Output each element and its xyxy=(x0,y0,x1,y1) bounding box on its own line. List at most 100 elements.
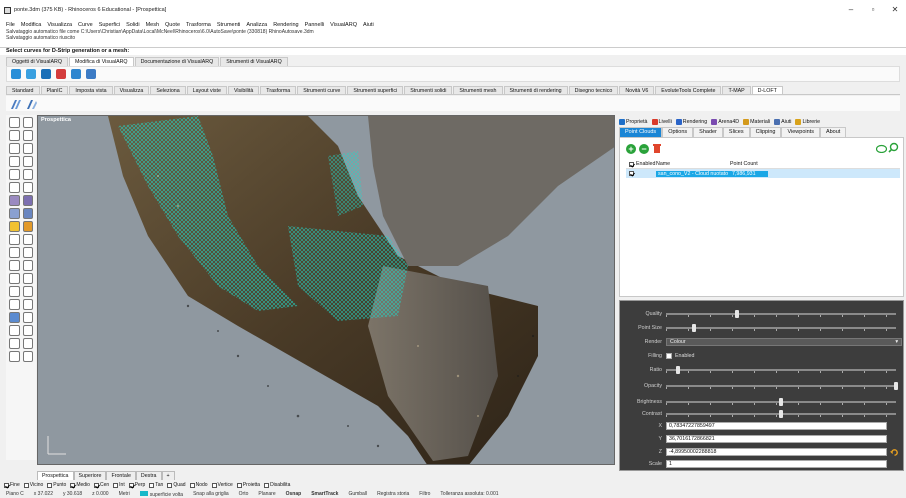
panel-tab-rendering[interactable]: Rendering xyxy=(675,118,707,125)
tab-imposta-vista[interactable]: Imposta vista xyxy=(69,86,113,94)
hatch-icon[interactable] xyxy=(9,325,20,336)
surface-icon[interactable] xyxy=(9,182,20,193)
tab-standard[interactable]: Standard xyxy=(6,86,40,94)
tab-destra[interactable]: Destra xyxy=(135,471,162,480)
tab-layout-viste[interactable]: Layout viste xyxy=(186,86,227,94)
tab-strumenti-visualarq[interactable]: Strumenti di VisualARQ xyxy=(220,57,288,66)
opacity-slider[interactable] xyxy=(666,382,898,390)
tab-slices[interactable]: Slices xyxy=(722,127,750,137)
menu-item-strumenti[interactable]: Strumenti xyxy=(217,22,241,28)
rectangle-icon[interactable] xyxy=(9,156,20,167)
panel-tab-librerie[interactable]: Librerie xyxy=(795,118,820,125)
minimize-button[interactable]: – xyxy=(840,0,862,20)
osnap-checkbox[interactable] xyxy=(23,482,29,488)
text-icon[interactable] xyxy=(22,312,33,323)
osnap-vicino[interactable]: Vicino xyxy=(23,482,43,488)
arc-icon[interactable] xyxy=(22,143,33,154)
ratio-slider-thumb[interactable] xyxy=(675,366,680,374)
offset-icon[interactable] xyxy=(22,169,33,180)
mesh-icon[interactable] xyxy=(9,208,20,219)
tab-disegno-tecnico[interactable]: Disegno tecnico xyxy=(568,86,619,94)
menu-item-aiuti[interactable]: Aiuti xyxy=(363,22,374,28)
panel-tab-livelli[interactable]: Livelli xyxy=(651,118,672,125)
z-field[interactable]: -4,89950002288818 xyxy=(666,448,887,456)
move-icon[interactable] xyxy=(9,273,20,284)
tab-modifica-visualarq[interactable]: Modifica di VisualARQ xyxy=(68,57,134,66)
camera-icon[interactable] xyxy=(9,351,20,362)
menu-item-quote[interactable]: Quote xyxy=(165,22,180,28)
select-arrow-icon[interactable] xyxy=(9,117,20,128)
tab-prospettica[interactable]: Prospettica xyxy=(37,471,74,480)
explode-icon[interactable] xyxy=(22,260,33,271)
osnap-checkbox[interactable] xyxy=(113,482,119,488)
tab-oggetti-visualarq[interactable]: Oggetti di VisualARQ xyxy=(6,57,68,66)
osnap-checkbox[interactable] xyxy=(189,482,195,488)
add-viewport-button[interactable]: + xyxy=(161,471,175,480)
tab-d-loft[interactable]: D-LOFT xyxy=(751,86,783,94)
polygon-icon[interactable] xyxy=(22,156,33,167)
chamfer-icon[interactable] xyxy=(22,234,33,245)
command-prompt[interactable]: Select curves for D-Strip generation or … xyxy=(0,47,906,55)
brightness-slider[interactable] xyxy=(666,398,896,406)
wall-icon[interactable] xyxy=(11,69,21,79)
smarttrack-toggle[interactable]: SmartTrack xyxy=(311,491,338,497)
osnap-quad[interactable]: Quad xyxy=(167,482,186,488)
scale-field[interactable]: 1 xyxy=(666,460,887,468)
circle-icon[interactable] xyxy=(9,143,20,154)
osnap-checkbox[interactable] xyxy=(167,482,173,488)
x-field[interactable]: 0,78347227859497 xyxy=(666,422,887,430)
menu-item-pannelli[interactable]: Pannelli xyxy=(305,22,325,28)
trim-icon[interactable] xyxy=(9,247,20,258)
tab-t-map[interactable]: T-MAP xyxy=(722,86,751,94)
tab-visibilita[interactable]: Visibilità xyxy=(227,86,260,94)
contrast-slider[interactable] xyxy=(666,410,896,418)
point-size-slider[interactable] xyxy=(666,324,896,332)
reset-icon[interactable] xyxy=(890,448,899,457)
panel-tab-aiuti[interactable]: Aiuti xyxy=(774,118,791,125)
door-icon[interactable] xyxy=(41,69,51,79)
tab-shader[interactable]: Shader xyxy=(693,127,723,137)
tab-planic[interactable]: PlanIC xyxy=(40,86,69,94)
cloud-icon[interactable] xyxy=(876,144,887,153)
tab-strumenti-solidi[interactable]: Strumenti solidi xyxy=(404,86,453,94)
freeform-icon[interactable] xyxy=(9,169,20,180)
dimension-icon[interactable] xyxy=(9,312,20,323)
history-toggle[interactable]: Registra storia xyxy=(377,491,409,497)
tab-strumenti-curve[interactable]: Strumenti curve xyxy=(297,86,347,94)
add-cloud-icon[interactable]: + xyxy=(626,143,636,154)
mirror-icon[interactable] xyxy=(9,299,20,310)
rotate-icon[interactable] xyxy=(9,286,20,297)
trash-icon[interactable] xyxy=(652,143,662,154)
tab-options[interactable]: Options xyxy=(662,127,694,137)
check-icon[interactable] xyxy=(22,338,33,349)
maximize-button[interactable]: ▫ xyxy=(862,0,884,20)
solid-box-icon[interactable] xyxy=(9,195,20,206)
planar-toggle[interactable]: Planare xyxy=(258,491,275,497)
table-row[interactable]: san_cono_V2 - Cloud nuotato 7,986,931 xyxy=(626,169,900,178)
tab-frontale[interactable]: Frontale xyxy=(106,471,136,480)
menu-item-rendering[interactable]: Rendering xyxy=(273,22,298,28)
analyze-icon[interactable] xyxy=(9,338,20,349)
osnap-punto[interactable]: Punto xyxy=(47,482,66,488)
osnap-cen[interactable]: Cen xyxy=(93,482,109,488)
osnap-checkbox[interactable] xyxy=(128,482,134,488)
gumball-toggle[interactable]: Gumball xyxy=(348,491,367,497)
panel-tab-materiali[interactable]: Materiali xyxy=(743,118,770,125)
menu-item-visualarq[interactable]: VisualARQ xyxy=(330,22,357,28)
tab-clipping[interactable]: Clipping xyxy=(749,127,782,137)
section-icon[interactable] xyxy=(22,351,33,362)
sphere-icon[interactable] xyxy=(22,195,33,206)
tab-visualizza[interactable]: Visualizza xyxy=(113,86,150,94)
menu-item-analizza[interactable]: Analizza xyxy=(246,22,267,28)
osnap-checkbox[interactable] xyxy=(47,482,53,488)
opacity-slider-thumb[interactable] xyxy=(894,382,898,390)
tab-point-clouds[interactable]: Point Clouds xyxy=(619,127,663,137)
join-icon[interactable] xyxy=(9,260,20,271)
viewport-prospettica[interactable]: Prospettica xyxy=(37,115,615,465)
scale-icon[interactable] xyxy=(22,286,33,297)
osnap-int[interactable]: Int xyxy=(113,482,125,488)
menu-item-superfici[interactable]: Superfici xyxy=(99,22,120,28)
tab-seleziona[interactable]: Seleziona xyxy=(150,86,186,94)
osnap-checkbox[interactable] xyxy=(149,482,155,488)
zoom-icon[interactable] xyxy=(888,142,899,153)
